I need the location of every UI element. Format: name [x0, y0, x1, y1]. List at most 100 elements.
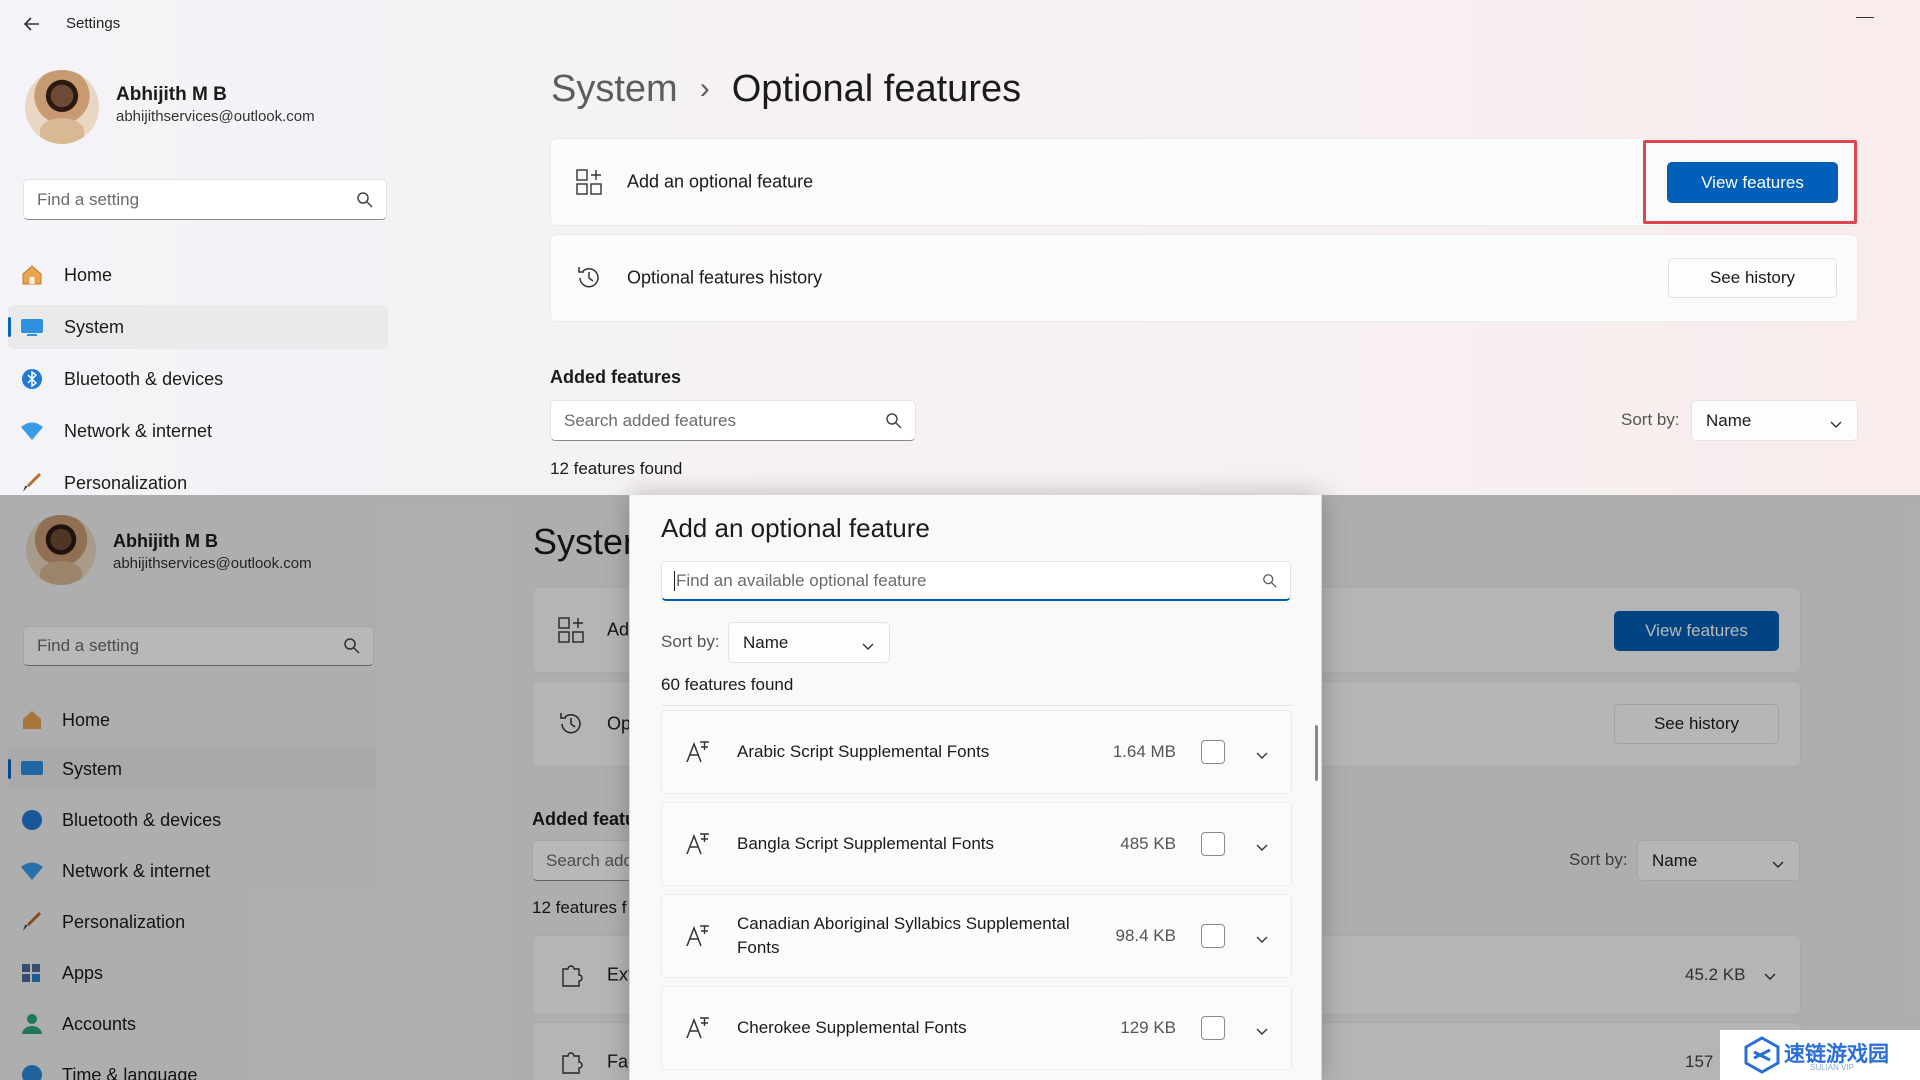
chevron-down-icon: [861, 638, 875, 650]
page-title: Optional features: [731, 68, 1022, 110]
search-icon[interactable]: [356, 191, 374, 209]
see-history-button[interactable]: See history: [1668, 258, 1837, 298]
feature-name: Arabic Script Supplemental Fonts: [737, 742, 990, 761]
bg-user-name: Abhijith M B: [113, 531, 218, 551]
nav-item-personalization[interactable]: Personalization: [8, 461, 388, 495]
feature-row[interactable]: Arabic Script Supplemental Fonts 1.64 MB: [661, 710, 1292, 794]
dialog-search-placeholder: Find an available optional feature: [676, 570, 927, 590]
chevron-down-icon: [1829, 416, 1843, 428]
bg-add-feature-label: Ad: [607, 619, 630, 640]
site-watermark: 速链游戏园 SULIAN VIP: [1720, 1030, 1920, 1080]
bg-feature-row-2-size: 157: [1685, 1052, 1714, 1071]
nav-item-bluetooth[interactable]: Bluetooth & devices: [8, 357, 388, 401]
bg-nav-item-network: Network & internet: [8, 849, 376, 893]
search-placeholder: Find a setting: [37, 189, 140, 209]
feature-row[interactable]: Cherokee Supplemental Fonts 129 KB: [661, 986, 1292, 1070]
feature-list: Arabic Script Supplemental Fonts 1.64 MB…: [661, 705, 1292, 1070]
feature-checkbox[interactable]: [1201, 924, 1225, 948]
search-icon[interactable]: [885, 412, 903, 430]
bg-page-title: Syster: [533, 521, 636, 562]
history-icon: [557, 710, 585, 738]
feature-checkbox[interactable]: [1201, 1016, 1225, 1040]
nav-item-network[interactable]: Network & internet: [8, 409, 388, 453]
text-caret: [674, 571, 675, 591]
feature-row[interactable]: Canadian Aboriginal Syllabics Supplement…: [661, 894, 1292, 978]
feature-name: Bangla Script Supplemental Fonts: [737, 834, 995, 853]
bg-nav-item-apps: Apps: [8, 951, 376, 995]
bg-added-features-heading: Added featu: [532, 809, 637, 829]
breadcrumb-separator: ›: [699, 72, 710, 105]
dialog-scrollbar[interactable]: [1315, 725, 1318, 781]
puzzle-icon: [557, 1048, 585, 1076]
sort-dropdown[interactable]: Name: [1691, 400, 1858, 441]
feature-size: 129 KB: [1120, 1018, 1176, 1037]
globe-icon: [20, 1064, 44, 1080]
font-icon: [684, 922, 712, 950]
font-icon: [684, 830, 712, 858]
chevron-down-icon[interactable]: [1255, 747, 1269, 759]
back-arrow-icon[interactable]: [22, 14, 44, 34]
wifi-icon: [20, 420, 44, 442]
watermark-subtext: SULIAN VIP: [1810, 1063, 1855, 1072]
bg-feature-row-1-size: 45.2 KB: [1685, 965, 1746, 984]
user-name: Abhijith M B: [116, 84, 227, 105]
bg-nav-label-apps: Apps: [62, 963, 104, 983]
user-email: abhijithservices@outlook.com: [116, 108, 315, 125]
chevron-down-icon: [1763, 968, 1777, 986]
breadcrumb-parent[interactable]: System: [551, 68, 678, 110]
feature-name: Cherokee Supplemental Fonts: [737, 1018, 967, 1037]
feature-size: 98.4 KB: [1115, 926, 1177, 945]
highlight-frame: [1643, 140, 1857, 224]
bg-find-setting-search: Find a setting: [23, 626, 374, 666]
added-features-heading: Added features: [550, 367, 682, 387]
feature-checkbox[interactable]: [1201, 832, 1225, 856]
feature-row[interactable]: Bangla Script Supplemental Fonts 485 KB: [661, 802, 1292, 886]
nav-label-network: Network & internet: [64, 421, 213, 441]
bg-see-history-button: See history: [1614, 704, 1779, 744]
chevron-down-icon: [1771, 856, 1785, 868]
dialog-sort-dropdown[interactable]: Name: [728, 622, 890, 663]
bg-avatar: [26, 515, 96, 585]
find-setting-search[interactable]: Find a setting: [23, 179, 387, 220]
watermark-logo-icon: [1744, 1036, 1780, 1074]
brush-icon: [20, 911, 44, 933]
user-profile[interactable]: Abhijith M B abhijithservices@outlook.co…: [0, 60, 380, 150]
bg-nav-item-accounts: Accounts: [8, 1002, 376, 1046]
bg-sort-by-label: Sort by:: [1569, 850, 1628, 869]
brush-icon: [20, 472, 44, 494]
avatar: [25, 70, 99, 144]
bg-nav-label-accounts: Accounts: [62, 1014, 137, 1034]
bg-features-count: 12 features f: [532, 898, 627, 917]
home-icon: [20, 709, 44, 731]
font-icon: [684, 1014, 712, 1042]
title-bar: Settings: [0, 0, 1920, 48]
home-icon: [20, 264, 44, 286]
bg-nav-label-network: Network & internet: [62, 861, 211, 881]
breadcrumb: System › Optional features: [551, 68, 1021, 111]
feature-checkbox[interactable]: [1201, 740, 1225, 764]
font-icon: [684, 738, 712, 766]
chevron-down-icon[interactable]: [1255, 931, 1269, 943]
bg-history-label: Op: [607, 713, 632, 734]
bg-nav-item-time-language: Time & language: [8, 1053, 376, 1080]
bg-active-indicator: [8, 759, 11, 779]
search-added-features[interactable]: Search added features: [550, 400, 916, 441]
nav-label-bluetooth: Bluetooth & devices: [64, 369, 224, 389]
nav-item-home[interactable]: Home: [8, 253, 388, 297]
minimize-button[interactable]: [1856, 6, 1874, 18]
search-added-placeholder: Search added features: [564, 410, 737, 430]
add-optional-feature-dialog: Add an optional feature Find an availabl…: [629, 495, 1322, 1080]
search-icon[interactable]: [1262, 573, 1278, 589]
search-icon: [343, 637, 361, 655]
wifi-icon: [20, 860, 44, 882]
dialog-search-input[interactable]: Find an available optional feature: [661, 561, 1291, 601]
nav-label-system: System: [64, 317, 125, 337]
chevron-down-icon[interactable]: [1255, 1023, 1269, 1035]
chevron-down-icon[interactable]: [1255, 839, 1269, 851]
nav-item-system[interactable]: System: [8, 305, 388, 349]
bg-nav-item-system: System: [8, 747, 376, 791]
bg-nav-label-time-language: Time & language: [62, 1065, 198, 1080]
history-label: Optional features history: [627, 267, 823, 288]
bg-nav-label-personalization: Personalization: [62, 912, 186, 932]
feature-name: Canadian Aboriginal Syllabics Supplement…: [737, 914, 1070, 957]
